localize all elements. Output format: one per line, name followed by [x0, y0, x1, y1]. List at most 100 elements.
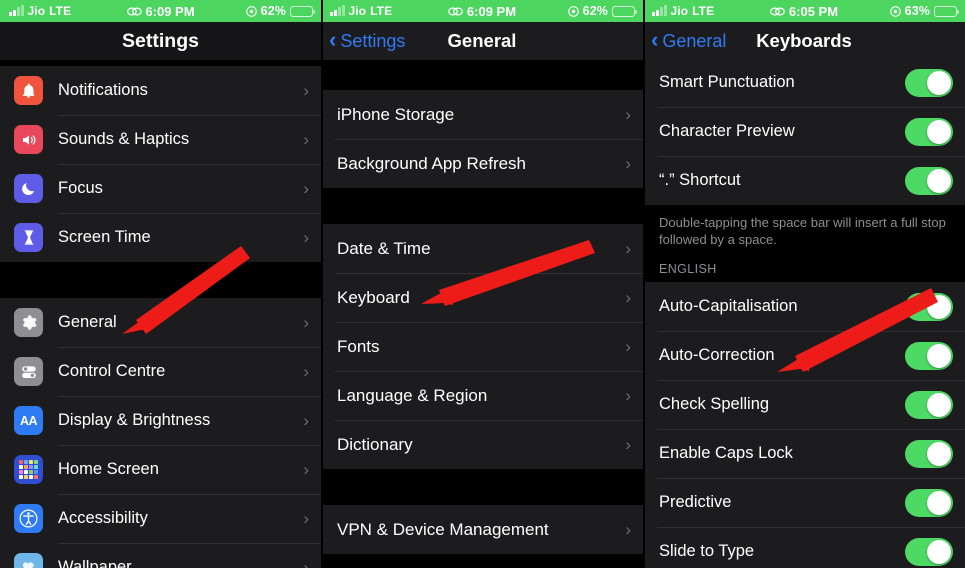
- general-group-3: VPN & Device Management ›: [321, 505, 643, 554]
- nav-bar-panel1: Settings: [0, 22, 321, 60]
- status-bar-center: 6:09 PM: [447, 3, 517, 19]
- status-bar-center: 6:09 PM: [126, 4, 195, 19]
- keyboards-group-english: Auto-Capitalisation Auto-Correction Chec…: [643, 282, 965, 568]
- status-bar-right: 62%: [567, 4, 638, 18]
- panel-keyboards: Jio LTE 6:05 PM 63% ‹ General Keyboards: [643, 0, 965, 568]
- sidebar-item-display-brightness[interactable]: AA Display & Brightness ›: [0, 396, 321, 445]
- chevron-right-icon: ›: [303, 362, 309, 381]
- list-item-enable-caps-lock[interactable]: Enable Caps Lock: [643, 429, 965, 478]
- battery-icon: [290, 5, 316, 17]
- sidebar-item-label: Wallpaper: [58, 558, 132, 568]
- sidebar-item-label: Control Centre: [58, 362, 166, 380]
- list-item-character-preview[interactable]: Character Preview: [643, 107, 965, 156]
- toggle-auto-correction[interactable]: [905, 341, 953, 370]
- signal-bars-icon: [652, 5, 667, 16]
- battery-icon: [612, 5, 638, 17]
- settings-list-panel3[interactable]: Smart Punctuation Character Preview “.” …: [643, 58, 965, 568]
- settings-list-panel2[interactable]: iPhone Storage › Background App Refresh …: [321, 60, 643, 568]
- list-item-date-time[interactable]: Date & Time ›: [321, 224, 643, 273]
- back-button-settings[interactable]: ‹ Settings: [321, 29, 405, 52]
- status-bar-right: 62%: [245, 4, 316, 18]
- sidebar-item-screen-time[interactable]: Screen Time ›: [0, 213, 321, 262]
- sidebar-item-home-screen[interactable]: Home Screen ›: [0, 445, 321, 494]
- toggle-enable-caps-lock[interactable]: [905, 439, 953, 468]
- list-item-label: Enable Caps Lock: [659, 444, 793, 462]
- sidebar-item-general[interactable]: General ›: [0, 298, 321, 347]
- toggle-auto-capitalisation[interactable]: [905, 292, 953, 321]
- list-item-label: Background App Refresh: [337, 153, 527, 173]
- toggle-period-shortcut[interactable]: [905, 166, 953, 195]
- toggle-character-preview[interactable]: [905, 117, 953, 146]
- sidebar-item-focus[interactable]: Focus ›: [0, 164, 321, 213]
- list-item-period-shortcut[interactable]: “.” Shortcut: [643, 156, 965, 205]
- back-button-label: General: [662, 30, 727, 51]
- list-item-label: Check Spelling: [659, 395, 770, 413]
- accessibility-icon: [14, 504, 43, 533]
- list-item-label: Character Preview: [659, 122, 795, 140]
- status-bar-center: 6:05 PM: [769, 3, 839, 19]
- chevron-right-icon: ›: [625, 154, 631, 173]
- list-item-keyboard[interactable]: Keyboard ›: [321, 273, 643, 322]
- list-item-fonts[interactable]: Fonts ›: [321, 322, 643, 371]
- status-bar-panel1: Jio LTE 6:09 PM 62%: [0, 0, 321, 22]
- sidebar-item-wallpaper[interactable]: Wallpaper ›: [0, 543, 321, 568]
- status-bar-panel3: Jio LTE 6:05 PM 63%: [643, 0, 965, 22]
- list-item-auto-capitalisation[interactable]: Auto-Capitalisation: [643, 282, 965, 331]
- chevron-right-icon: ›: [625, 435, 631, 454]
- chevron-right-icon: ›: [303, 130, 309, 149]
- back-button-general[interactable]: ‹ General: [643, 29, 727, 52]
- chevron-right-icon: ›: [303, 179, 309, 198]
- clock-label: 6:05 PM: [788, 3, 839, 19]
- wallpaper-icon: [14, 553, 43, 568]
- list-item-dictionary[interactable]: Dictionary ›: [321, 420, 643, 469]
- list-item-auto-correction[interactable]: Auto-Correction: [643, 331, 965, 380]
- panel-general: Jio LTE 6:09 PM 62% ‹ Settings General i…: [321, 0, 643, 568]
- battery-percent-label: 62%: [582, 4, 608, 18]
- settings-group-2: General › Control Centre › AA Display & …: [0, 298, 321, 568]
- screen-record-icon: [126, 6, 142, 16]
- list-item-language-region[interactable]: Language & Region ›: [321, 371, 643, 420]
- list-item-predictive[interactable]: Predictive: [643, 478, 965, 527]
- sidebar-item-control-centre[interactable]: Control Centre ›: [0, 347, 321, 396]
- keyboards-group-1: Smart Punctuation Character Preview “.” …: [643, 58, 965, 205]
- status-bar-left: Jio LTE: [9, 4, 71, 18]
- network-type-label: LTE: [49, 4, 72, 18]
- toggle-predictive[interactable]: [905, 488, 953, 517]
- gear-icon: [14, 308, 43, 337]
- chevron-right-icon: ›: [303, 509, 309, 528]
- list-item-slide-to-type[interactable]: Slide to Type: [643, 527, 965, 568]
- speaker-icon: [14, 125, 43, 154]
- toggle-check-spelling[interactable]: [905, 390, 953, 419]
- toggle-slide-to-type[interactable]: [905, 537, 953, 566]
- section-gap: [321, 469, 643, 505]
- toggle-smart-punctuation[interactable]: [905, 68, 953, 97]
- list-item-check-spelling[interactable]: Check Spelling: [643, 380, 965, 429]
- list-item-label: Date & Time: [337, 238, 431, 258]
- chevron-right-icon: ›: [625, 105, 631, 124]
- screen-record-icon: [769, 6, 785, 16]
- clock-label: 6:09 PM: [466, 3, 517, 19]
- sidebar-item-sounds-haptics[interactable]: Sounds & Haptics ›: [0, 115, 321, 164]
- chevron-right-icon: ›: [303, 228, 309, 247]
- list-item-vpn-device-management[interactable]: VPN & Device Management ›: [321, 505, 643, 554]
- list-item-background-app-refresh[interactable]: Background App Refresh ›: [321, 139, 643, 188]
- sidebar-item-notifications[interactable]: Notifications ›: [0, 66, 321, 115]
- list-item-smart-punctuation[interactable]: Smart Punctuation: [643, 58, 965, 107]
- list-item-iphone-storage[interactable]: iPhone Storage ›: [321, 90, 643, 139]
- list-item-label: Auto-Correction: [659, 346, 775, 364]
- sidebar-item-label: General: [58, 313, 117, 331]
- hourglass-icon: [14, 223, 43, 252]
- settings-group-1: Notifications › Sounds & Haptics › Focus…: [0, 66, 321, 262]
- chevron-right-icon: ›: [303, 313, 309, 332]
- panel-divider-2: [643, 0, 645, 568]
- status-bar-left: Jio LTE: [652, 4, 714, 18]
- settings-list-panel1[interactable]: Notifications › Sounds & Haptics › Focus…: [0, 60, 321, 568]
- page-title: Keyboards: [756, 30, 852, 51]
- footer-note: Double-tapping the space bar will insert…: [643, 205, 965, 250]
- sidebar-item-accessibility[interactable]: Accessibility ›: [0, 494, 321, 543]
- screen-record-icon: [447, 6, 463, 16]
- battery-icon: [934, 5, 960, 17]
- three-panel-screenshot: Jio LTE 6:09 PM 62% Settings Notificatio…: [0, 0, 965, 568]
- list-item-label: Slide to Type: [659, 542, 755, 560]
- list-item-label: Predictive: [659, 493, 732, 511]
